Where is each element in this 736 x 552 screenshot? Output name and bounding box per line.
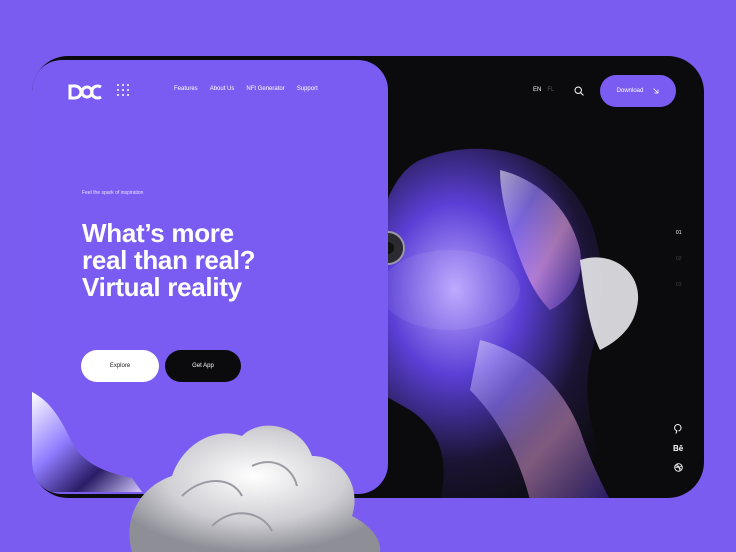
behance-icon[interactable]: Bē [673, 444, 683, 453]
search-icon[interactable] [574, 86, 584, 96]
pinterest-icon[interactable] [674, 424, 682, 434]
hero-headline: What’s more real than real? Virtual real… [82, 220, 342, 301]
get-app-button[interactable]: Get App [165, 350, 241, 382]
headline-line-2: real than real? [82, 245, 256, 275]
hero-tagline: Feel the spark of inspiration [82, 190, 144, 196]
lang-en[interactable]: EN [533, 87, 541, 93]
dribbble-icon[interactable] [673, 463, 683, 472]
explore-button[interactable]: Explore [81, 350, 159, 382]
flower-decoration [129, 425, 381, 552]
headline-line-1: What’s more [82, 218, 234, 248]
pager-item[interactable]: 02 [676, 256, 682, 262]
headline-line-3: Virtual reality [82, 272, 242, 302]
main-nav: Features About Us NFt Generator Support [174, 86, 318, 92]
slide-pager: 01 02 03 [676, 230, 682, 288]
menu-grid-icon[interactable] [117, 84, 129, 96]
pager-item[interactable]: 01 [676, 230, 682, 236]
nav-features[interactable]: Features [174, 86, 198, 92]
nav-support[interactable]: Support [297, 86, 318, 92]
download-label: Download [616, 88, 644, 94]
nav-about-us[interactable]: About Us [210, 86, 235, 92]
lang-fl[interactable]: FL [547, 87, 554, 93]
arrow-down-right-icon [653, 88, 659, 94]
social-links: Bē [673, 424, 683, 472]
download-button[interactable]: Download [600, 75, 676, 107]
pager-item[interactable]: 03 [676, 282, 682, 288]
language-switch: EN FL [533, 87, 554, 93]
logo[interactable] [68, 84, 102, 100]
nav-nft-generator[interactable]: NFt Generator [246, 86, 284, 92]
